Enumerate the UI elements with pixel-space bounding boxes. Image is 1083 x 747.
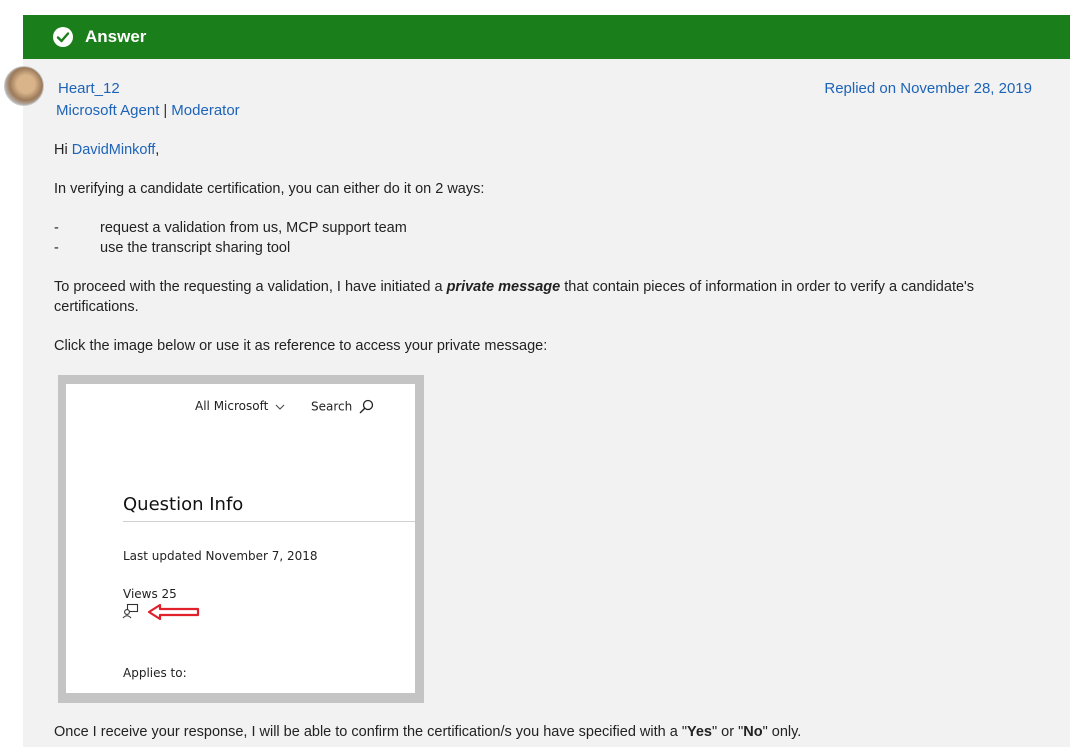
- replied-date-link[interactable]: Replied on November 28, 2019: [824, 80, 1032, 97]
- reference-image-content: All Microsoft Search Question Info Last …: [66, 384, 415, 693]
- chevron-down-icon: [275, 404, 285, 410]
- bullet-dash: -: [54, 220, 59, 236]
- username-link[interactable]: Heart_12: [58, 80, 120, 97]
- no-text: No: [743, 724, 763, 740]
- bullet-dash: -: [54, 240, 59, 256]
- paragraph-4-part-c: " only.: [762, 724, 802, 740]
- private-message-icon: [122, 603, 139, 619]
- role-agent-link[interactable]: Microsoft Agent: [56, 102, 159, 119]
- all-microsoft-menu: All Microsoft: [195, 399, 285, 413]
- search-label: Search: [311, 399, 353, 414]
- paragraph-2-line-2: certifications.: [54, 299, 139, 315]
- paragraph-1: In verifying a candidate certification, …: [54, 181, 485, 197]
- role-moderator-link[interactable]: Moderator: [171, 102, 239, 119]
- paragraph-2: To proceed with the requesting a validat…: [54, 279, 974, 295]
- checkmark-circle-icon: [53, 27, 73, 47]
- search-icon: [359, 399, 374, 414]
- paragraph-4: Once I receive your response, I will be …: [54, 724, 801, 740]
- greeting: Hi DavidMinkoff,: [54, 142, 159, 158]
- answer-banner: Answer: [23, 15, 1070, 59]
- paragraph-4-part-a: Once I receive your response, I will be …: [54, 724, 687, 740]
- greeting-prefix: Hi: [54, 142, 72, 158]
- all-microsoft-label: All Microsoft: [195, 399, 269, 413]
- avatar[interactable]: [4, 66, 44, 106]
- yes-text: Yes: [686, 724, 712, 740]
- mention-link[interactable]: DavidMinkoff: [72, 142, 156, 158]
- paragraph-2-after: that contain pieces of information in or…: [560, 279, 975, 295]
- search-menu: Search: [311, 399, 374, 415]
- paragraph-2-emphasis: private message: [446, 279, 561, 295]
- greeting-suffix: ,: [155, 142, 160, 158]
- user-roles: Microsoft Agent | Moderator: [56, 102, 240, 119]
- bullet-text: request a validation from us, MCP suppor…: [100, 220, 407, 236]
- role-separator: |: [163, 102, 168, 119]
- question-info-title: Question Info: [123, 494, 244, 515]
- divider: [123, 521, 415, 522]
- paragraph-4-part-b: " or ": [711, 724, 744, 740]
- bullet-text: use the transcript sharing tool: [100, 240, 291, 256]
- reference-image[interactable]: All Microsoft Search Question Info Last …: [58, 375, 424, 703]
- red-arrow-annotation: [147, 603, 200, 621]
- last-updated-text: Last updated November 7, 2018: [123, 549, 318, 563]
- views-text: Views 25: [123, 587, 177, 601]
- paragraph-2-before: To proceed with the requesting a validat…: [54, 279, 447, 295]
- answer-label: Answer: [85, 27, 147, 46]
- paragraph-3: Click the image below or use it as refer…: [54, 338, 548, 354]
- applies-to-text: Applies to:: [123, 666, 187, 680]
